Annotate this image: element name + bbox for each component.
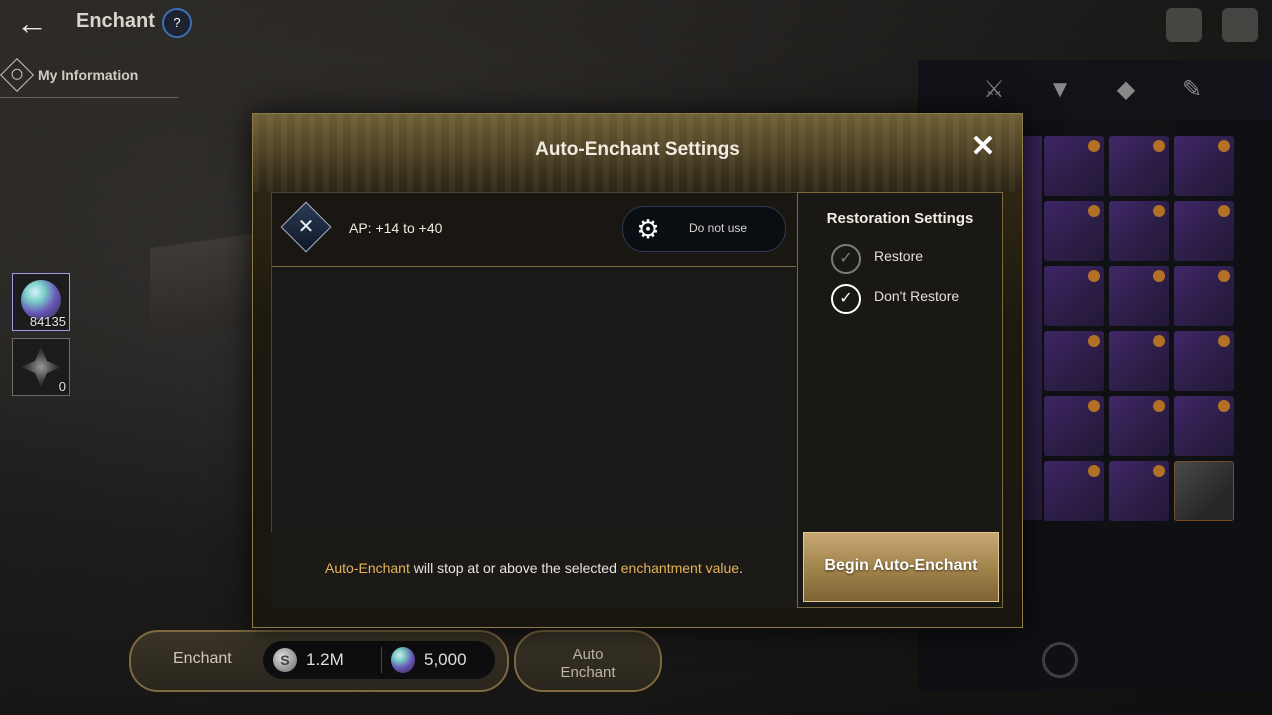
notice-highlight-enchantment-value: enchantment value — [620, 560, 740, 576]
back-arrow-icon[interactable]: ← — [16, 6, 56, 40]
inventory-item[interactable] — [1174, 266, 1234, 326]
option-label: AP: +14 to +40 — [349, 220, 443, 236]
inventory-item[interactable] — [1174, 201, 1234, 261]
inventory-item[interactable] — [1044, 331, 1104, 391]
page-title: Enchant — [76, 10, 155, 32]
select-value: Do not use — [689, 221, 748, 235]
misc-tab-icon[interactable]: ✎ — [1170, 68, 1214, 112]
swords-tab-icon[interactable]: ⚔ — [972, 68, 1016, 112]
silver-cost: 1.2M — [306, 650, 344, 669]
auto-enchant-notice: Auto-Enchant will stop at or above the s… — [271, 532, 797, 608]
inventory-item[interactable] — [1044, 396, 1104, 456]
inventory-item[interactable] — [1044, 266, 1104, 326]
my-information-button[interactable]: My Information — [0, 55, 178, 98]
gem-cost: 5,000 — [424, 650, 467, 669]
enchant-button[interactable]: Enchant S 1.2M 5,000 — [129, 630, 509, 692]
notice-text-middle: will stop at or above the selected — [409, 560, 621, 576]
my-information-label: My Information — [38, 67, 139, 83]
crossed-swords-icon: ✕ — [280, 201, 332, 253]
dont-restore-label[interactable]: Don't Restore — [874, 288, 959, 304]
inventory-item[interactable] — [1109, 331, 1169, 391]
inventory-tabs: ⚔ ▼ ◆ ✎ — [918, 60, 1272, 120]
dark-stone-icon — [21, 347, 61, 387]
auto-enchant-button[interactable]: Auto Enchant — [514, 630, 662, 692]
gear-icon: ⚙ — [636, 214, 660, 244]
inventory-item[interactable] — [1174, 396, 1234, 456]
enchant-target-select[interactable]: ⚙ Do not use — [622, 206, 786, 252]
cost-display: S 1.2M 5,000 — [263, 641, 495, 679]
inventory-item[interactable] — [1174, 331, 1234, 391]
silver-coin-icon: S — [273, 648, 297, 672]
material-count: 0 — [58, 379, 66, 394]
dont-restore-radio[interactable]: ✓ — [831, 284, 861, 314]
restore-label[interactable]: Restore — [874, 248, 923, 264]
inventory-item[interactable] — [1109, 461, 1169, 521]
option-row-ap: ✕ AP: +14 to +40 ⚙ Do not use — [272, 193, 796, 267]
notice-text-end: . — [739, 560, 743, 576]
inventory-item[interactable] — [1109, 136, 1169, 196]
inventory-item[interactable] — [1044, 136, 1104, 196]
begin-auto-enchant-button[interactable]: Begin Auto-Enchant — [803, 532, 999, 602]
chest-icon[interactable] — [1166, 8, 1202, 42]
exit-icon[interactable] — [1222, 8, 1258, 42]
select-mode-toggle[interactable] — [1042, 642, 1122, 678]
guide-book-icon[interactable]: ? — [162, 8, 192, 38]
armor-tab-icon[interactable]: ▼ — [1038, 68, 1082, 112]
auto-enchant-settings-modal: Auto-Enchant Settings ✕ ✕ AP: +14 to +40… — [252, 113, 1023, 628]
info-diamond-icon — [0, 58, 34, 92]
material-count: 84135 — [29, 314, 66, 329]
inventory-item[interactable] — [1174, 461, 1234, 521]
cost-divider — [381, 647, 382, 673]
inventory-item[interactable] — [1044, 201, 1104, 261]
inventory-item[interactable] — [1109, 396, 1169, 456]
inventory-grid — [1044, 136, 1234, 521]
top-right-icons — [1166, 8, 1258, 42]
toggle-ring-icon — [1042, 642, 1078, 678]
restoration-settings-panel: Restoration Settings ✓ Restore ✓ Don't R… — [797, 192, 1003, 608]
restoration-settings-title: Restoration Settings — [826, 210, 974, 227]
accessory-tab-icon[interactable]: ◆ — [1104, 68, 1148, 112]
modal-title: Auto-Enchant Settings — [535, 139, 740, 160]
inventory-item[interactable] — [1109, 266, 1169, 326]
enchant-options-panel: ✕ AP: +14 to +40 ⚙ Do not use — [271, 192, 799, 534]
inventory-item[interactable] — [1174, 136, 1234, 196]
enchant-label: Enchant — [173, 650, 232, 667]
notice-text: Auto-Enchant will stop at or above the s… — [271, 560, 797, 576]
material-slot-gem[interactable]: 84135 — [12, 273, 70, 331]
notice-highlight-auto-enchant: Auto-Enchant — [325, 560, 410, 576]
gem-icon — [391, 647, 415, 673]
material-slot-dark-stone[interactable]: 0 — [12, 338, 70, 396]
restore-radio[interactable]: ✓ — [831, 244, 861, 274]
inventory-item[interactable] — [1044, 461, 1104, 521]
auto-enchant-label: Auto Enchant — [560, 646, 616, 681]
close-icon[interactable]: ✕ — [968, 132, 998, 162]
inventory-item[interactable] — [1109, 201, 1169, 261]
